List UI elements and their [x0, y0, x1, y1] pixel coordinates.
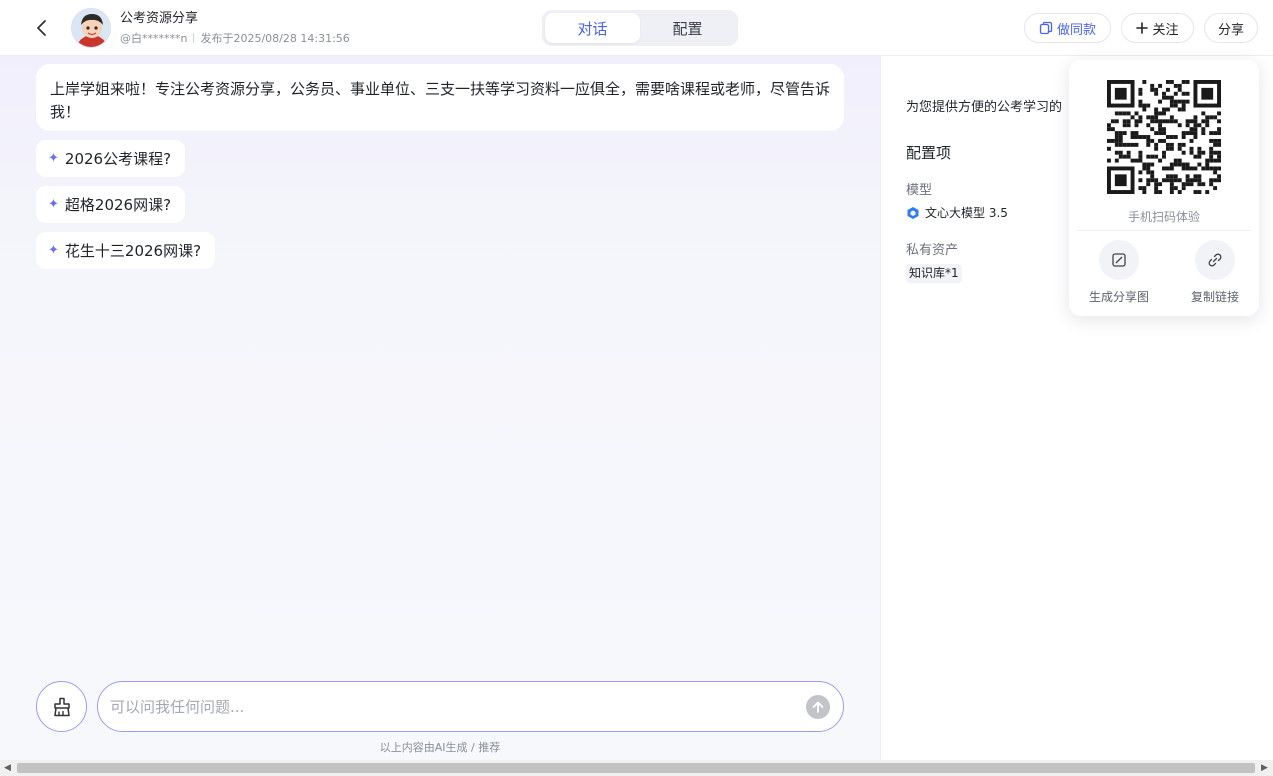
- sparkle-icon: ✦: [48, 197, 59, 212]
- scrollbar-thumb[interactable]: [17, 763, 1255, 773]
- qr-code: [1107, 80, 1221, 194]
- link-icon: [1208, 253, 1222, 267]
- suggestion-text: 超格2026网课?: [64, 196, 172, 214]
- model-name: 文心大模型 3.5: [925, 206, 1008, 220]
- suggestion-chip[interactable]: ✦ 超格2026网课?: [36, 186, 186, 223]
- horizontal-scrollbar[interactable]: ◀ ▶: [0, 760, 1273, 776]
- clone-label: 做同款: [1056, 22, 1096, 38]
- chat-input-container: [97, 681, 844, 732]
- copy-link-button[interactable]: 复制链接: [1175, 240, 1255, 305]
- wenxin-logo-icon: [907, 206, 919, 219]
- generate-share-image-button[interactable]: 生成分享图: [1079, 240, 1159, 305]
- author-meta: @白*******n 发布于2025/08/28 14:31:56: [120, 30, 350, 48]
- app-title: 公考资源分享: [120, 11, 199, 26]
- avatar-image: [72, 9, 110, 47]
- clone-button[interactable]: 做同款: [1024, 13, 1111, 43]
- send-button[interactable]: [806, 695, 830, 719]
- sparkle-icon: ✦: [48, 243, 59, 258]
- brush-icon: [53, 697, 70, 716]
- model-value: 文心大模型 3.5: [906, 204, 1008, 221]
- top-bar: 公考资源分享 @白*******n 发布于2025/08/28 14:31:56 …: [0, 0, 1273, 56]
- suggestion-chip[interactable]: ✦ 2026公考课程?: [36, 140, 186, 177]
- agent-description: 为您提供方便的公考学习的: [906, 100, 1063, 115]
- share-popover: 手机扫码体验 生成分享图 复制链接: [1069, 60, 1259, 316]
- share-label: 分享: [1217, 22, 1244, 38]
- suggestion-text: 花生十三2026网课?: [64, 242, 202, 260]
- tab-config[interactable]: 配置: [640, 13, 735, 43]
- generate-share-image-label: 生成分享图: [1088, 290, 1149, 304]
- chat-area: 上岸学姐来啦！专注公考资源分享，公务员、事业单位、三支一扶等学习资料一应俱全，需…: [0, 56, 880, 760]
- view-switcher: 对话 配置: [542, 10, 738, 46]
- tab-chat[interactable]: 对话: [545, 13, 640, 43]
- arrow-up-icon: [812, 701, 824, 713]
- welcome-message: 上岸学姐来啦！专注公考资源分享，公务员、事业单位、三支一扶等学习资料一应俱全，需…: [36, 64, 844, 131]
- back-button[interactable]: [30, 16, 54, 40]
- assets-label: 私有资产: [906, 243, 959, 258]
- copy-icon: [1039, 21, 1053, 35]
- follow-button[interactable]: 关注: [1121, 13, 1194, 43]
- follow-label: 关注: [1152, 22, 1179, 38]
- model-label: 模型: [906, 183, 933, 198]
- plus-icon: [1136, 22, 1149, 34]
- suggestion-text: 2026公考课程?: [64, 150, 172, 168]
- config-section-title: 配置项: [906, 144, 952, 162]
- suggestion-chip[interactable]: ✦ 花生十三2026网课?: [36, 232, 216, 269]
- popover-divider: [1077, 230, 1251, 231]
- author-name[interactable]: @白*******n: [120, 32, 187, 45]
- image-icon: [1112, 253, 1126, 267]
- avatar[interactable]: [71, 8, 111, 48]
- scroll-left-arrow-icon[interactable]: ◀: [4, 763, 11, 773]
- scroll-right-arrow-icon[interactable]: ▶: [1261, 763, 1268, 773]
- copy-link-label: 复制链接: [1190, 290, 1239, 304]
- publish-date: 发布于2025/08/28 14:31:56: [200, 32, 350, 45]
- clear-chat-button[interactable]: [36, 681, 87, 732]
- meta-divider: [193, 33, 195, 43]
- share-button[interactable]: 分享: [1204, 13, 1258, 43]
- ai-disclaimer: 以上内容由AI生成 / 推荐: [379, 741, 501, 754]
- qr-caption: 手机扫码体验: [1127, 210, 1200, 224]
- chat-input[interactable]: [110, 694, 790, 720]
- sparkle-icon: ✦: [48, 151, 59, 166]
- chevron-left-icon: [37, 20, 46, 36]
- knowledge-base-tag[interactable]: 知识库*1: [906, 264, 962, 283]
